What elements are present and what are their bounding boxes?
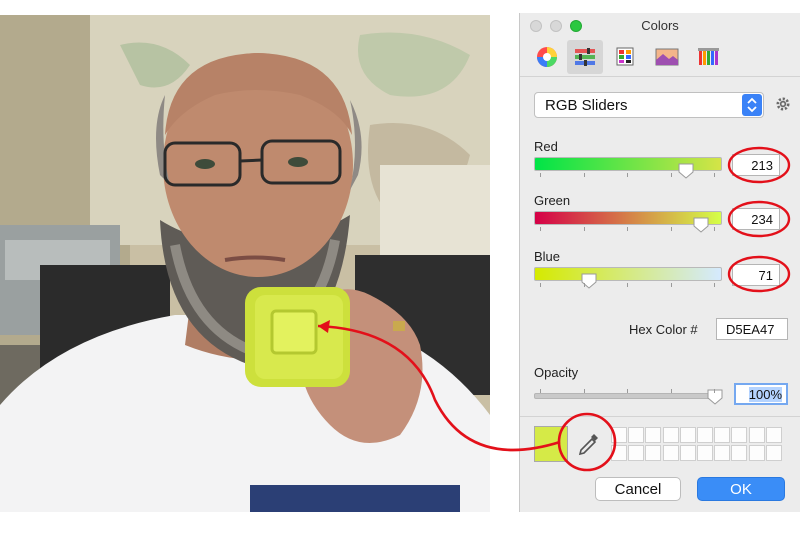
hex-color-label: Hex Color # <box>629 322 698 337</box>
color-palettes-tab[interactable] <box>608 40 644 74</box>
image-palette-icon <box>655 48 679 66</box>
slider-tick <box>627 283 628 287</box>
slider-tick <box>627 173 628 177</box>
opacity-value-field[interactable]: 100% <box>734 383 788 405</box>
hex-color-field[interactable]: D5EA47 <box>716 318 788 340</box>
slider-tick <box>540 283 541 287</box>
colors-panel: Colors RGB Sliders Red 213 Green 234 Blu… <box>519 13 800 512</box>
slider-tick <box>583 389 585 393</box>
saved-swatch-slot[interactable] <box>645 444 662 461</box>
red-label: Red <box>534 139 558 154</box>
slider-tick <box>670 173 672 177</box>
palette-grid-icon <box>616 47 634 66</box>
slider-tick <box>583 227 585 231</box>
slider-tick <box>670 227 672 231</box>
slider-tick <box>540 173 541 177</box>
chevron-updown-icon <box>742 94 762 116</box>
saved-swatch-slot[interactable] <box>748 444 765 461</box>
slider-tick <box>714 283 715 287</box>
saved-swatch-slot[interactable] <box>731 427 748 443</box>
color-wheel-icon <box>537 47 557 67</box>
slider-tick <box>583 283 585 287</box>
saved-swatch-slot[interactable] <box>679 444 696 461</box>
gear-icon[interactable] <box>775 96 791 117</box>
color-sliders-tab[interactable] <box>567 40 603 74</box>
saved-swatch-slot[interactable] <box>697 444 713 461</box>
green-slider-knob[interactable] <box>693 217 709 233</box>
pencils-tab[interactable] <box>690 40 726 74</box>
saved-swatch-slot[interactable] <box>645 427 662 443</box>
green-label: Green <box>534 193 571 208</box>
window-title: Colors <box>641 18 679 33</box>
slider-tick <box>540 389 541 393</box>
sliders-icon <box>575 48 595 66</box>
slider-tick <box>714 173 715 177</box>
color-wheel-tab[interactable] <box>529 40 565 74</box>
opacity-value-text: 100% <box>748 387 782 402</box>
slider-tick <box>583 173 585 177</box>
blue-slider-track[interactable] <box>534 267 722 281</box>
slider-tick <box>540 227 541 231</box>
slider-tick <box>670 389 672 393</box>
color-mode-select[interactable]: RGB Sliders <box>534 92 764 118</box>
slider-tick <box>627 389 628 393</box>
pencils-icon <box>698 48 719 65</box>
slider-tick <box>714 389 715 393</box>
picker-toolbar <box>520 36 800 77</box>
green-value-field[interactable]: 234 <box>732 208 780 230</box>
current-color-swatch[interactable] <box>534 426 568 462</box>
red-slider-knob[interactable] <box>678 163 694 179</box>
saved-swatch-slot[interactable] <box>628 444 645 461</box>
saved-swatch-slot[interactable] <box>765 427 782 443</box>
saved-swatch-slot[interactable] <box>748 427 765 443</box>
title-bar[interactable]: Colors <box>520 13 800 35</box>
color-mode-value: RGB Sliders <box>545 97 628 114</box>
opacity-slider-knob[interactable] <box>707 389 723 405</box>
blue-value-field[interactable]: 71 <box>732 264 780 286</box>
saved-swatch-slot[interactable] <box>611 444 627 461</box>
saved-swatch-slot[interactable] <box>662 427 679 443</box>
saved-swatch-slot[interactable] <box>765 444 782 461</box>
slider-tick <box>714 227 715 231</box>
opacity-label: Opacity <box>534 365 579 380</box>
saved-swatch-slot[interactable] <box>714 427 731 443</box>
saved-swatch-slot[interactable] <box>679 427 696 443</box>
saved-swatch-slot[interactable] <box>628 427 645 443</box>
saved-swatch-slot[interactable] <box>714 444 731 461</box>
blue-label: Blue <box>534 249 561 264</box>
red-value-field[interactable]: 213 <box>732 154 780 176</box>
slider-tick <box>627 227 628 231</box>
slider-tick <box>670 283 672 287</box>
saved-swatch-slot[interactable] <box>611 427 627 443</box>
saved-swatch-slot[interactable] <box>697 427 713 443</box>
cancel-button[interactable]: Cancel <box>595 477 681 501</box>
ok-button[interactable]: OK <box>697 477 785 501</box>
divider <box>520 416 800 417</box>
saved-swatch-slot[interactable] <box>731 444 748 461</box>
selfie-photo <box>0 15 490 512</box>
opacity-slider-track[interactable] <box>534 393 722 399</box>
saved-swatch-slot[interactable] <box>662 444 679 461</box>
eyedropper-icon[interactable] <box>575 431 601 462</box>
image-palettes-tab[interactable] <box>649 40 685 74</box>
